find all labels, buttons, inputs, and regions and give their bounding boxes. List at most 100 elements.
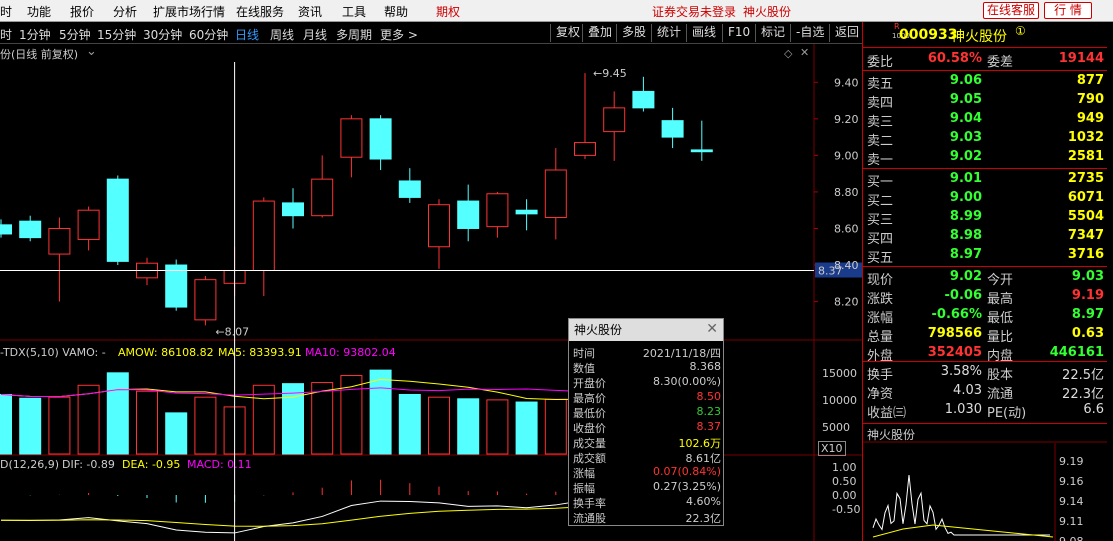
tooltip-row: 振幅 0.27(3.25%) [569, 480, 725, 495]
ask-level-row[interactable]: 卖四 9.05 790 [863, 91, 1108, 111]
quote-panel: R 1000 000933 神火股份 ① 委比 60.58% 委差 19144 … [862, 22, 1108, 541]
menu-item-quote[interactable]: 报价 [70, 3, 94, 20]
draw-line-button[interactable]: 画线 [686, 24, 716, 42]
ask-level-label: 卖一 [867, 153, 894, 168]
online-support-button[interactable]: 在线客服 [983, 2, 1039, 19]
period-more[interactable]: 更多 > [380, 26, 418, 43]
bid-level-label: 买一 [867, 175, 894, 190]
volume-bar [19, 397, 42, 455]
fundamental-label: 收益㈢ [867, 406, 907, 421]
period-multi[interactable]: 多周期 [336, 26, 372, 43]
weibi-row: 委比 60.58% 委差 19144 [863, 50, 1108, 70]
fundamental-value: 22.3亿 [1062, 387, 1104, 402]
divider [863, 423, 1108, 424]
chart-diamond-icon[interactable]: ◇ [784, 47, 792, 60]
menu-item-tools[interactable]: 工具 [342, 3, 366, 20]
ask-level-volume: 949 [1076, 111, 1104, 126]
menu-item-extended-market[interactable]: 扩展市场行情 [153, 3, 225, 20]
bid-level-row[interactable]: 买一 9.01 2735 [863, 170, 1108, 190]
macd-dif: DIF: -0.89 [62, 458, 115, 471]
tooltip-row-label: 成交量 [573, 437, 606, 450]
weicha-value: 19144 [1058, 51, 1104, 66]
tooltip-row-label: 收盘价 [573, 422, 606, 435]
menu-item-options[interactable]: 期权 [436, 3, 460, 20]
period-monthly[interactable]: 月线 [303, 26, 327, 43]
volume-bar [165, 412, 188, 455]
ask-level-label: 卖五 [867, 77, 894, 92]
menu-item-function[interactable]: 功能 [27, 3, 51, 20]
ask-level-row[interactable]: 卖五 9.06 877 [863, 72, 1108, 92]
period-time[interactable]: 时 [0, 26, 12, 43]
ask-level-row[interactable]: 卖二 9.03 1032 [863, 129, 1108, 149]
tooltip-row: 收盘价 8.37 [569, 420, 725, 435]
tooltip-row-label: 流通股 [573, 512, 606, 525]
period-5min[interactable]: 5分钟 [59, 26, 91, 43]
period-daily[interactable]: 日线 [235, 26, 259, 43]
candle-info-tooltip: 神火股份 ✕ 时间 2021/11/18/四 数值 8.368 开盘价 8.30(0.00… [568, 318, 724, 526]
price-tick-label: 9.00 [834, 149, 859, 162]
tooltip-row-value: 22.3亿 [685, 512, 722, 525]
back-button[interactable]: 返回 [829, 24, 859, 42]
period-60min[interactable]: 60分钟 [189, 26, 228, 43]
stat-label: 今开 [987, 273, 1014, 288]
tooltip-row-value: 8.37 [696, 420, 722, 433]
tooltip-row: 最高价 8.50 [569, 390, 725, 405]
volume-bar [194, 396, 217, 455]
f10-button[interactable]: F10 [722, 24, 750, 42]
stat-value: 9.02 [949, 269, 982, 284]
menu-item-analysis[interactable]: 分析 [113, 3, 137, 20]
volume-bar [515, 401, 538, 455]
tooltip-title: 神火股份 [569, 319, 723, 341]
market-button[interactable]: 行 情 [1044, 2, 1092, 19]
bid-level-price: 8.97 [949, 247, 982, 262]
tooltip-row: 时间 2021/11/18/四 [569, 345, 725, 360]
period-bar: 时 1分钟 5分钟 15分钟 30分钟 60分钟 日线 周线 月线 多周期 更多… [0, 22, 862, 44]
ask-level-volume: 790 [1076, 92, 1104, 107]
statistics-button[interactable]: 统计 [651, 24, 681, 42]
macd-dea: DEA: -0.95 [122, 458, 181, 471]
bid-level-volume: 5504 [1067, 209, 1104, 224]
mini-tick-label: 9.08 [1059, 535, 1084, 541]
bid-level-row[interactable]: 买二 9.00 6071 [863, 189, 1108, 209]
kline-chart-area[interactable]: 9.40 9.20 9.00 8.80 8.60 8.40 8.20 15000 10000 50… [0, 44, 862, 541]
multi-stock-button[interactable]: 多股 [616, 24, 646, 42]
adjust-button[interactable]: 复权 [550, 24, 580, 42]
menu-item-news[interactable]: 资讯 [298, 3, 322, 20]
tooltip-row-value: 102.6万 [678, 437, 722, 450]
period-30min[interactable]: 30分钟 [143, 26, 182, 43]
stat-value: 0.63 [1071, 326, 1104, 341]
stat-label: 量比 [987, 330, 1014, 345]
period-weekly[interactable]: 周线 [270, 26, 294, 43]
volume-bar [486, 399, 509, 455]
macd-value: MACD: 0.11 [187, 458, 252, 471]
mini-tick-label: 9.16 [1059, 475, 1084, 488]
mini-tick-label: 9.11 [1059, 515, 1084, 528]
chart-close-icon[interactable]: ✕ [800, 46, 809, 59]
tooltip-row: 开盘价 8.30(0.00%) [569, 375, 725, 390]
mark-button[interactable]: 标记 [755, 24, 785, 42]
volume-bar [398, 393, 421, 455]
overlay-button[interactable]: 叠加 [582, 24, 612, 42]
volume-bar [340, 375, 363, 455]
menu-item-shi[interactable]: 时 [0, 3, 12, 20]
period-1min[interactable]: 1分钟 [19, 26, 51, 43]
stat-row: 涨跌 -0.06 最高 9.19 [863, 287, 1108, 307]
menu-item-online-service[interactable]: 在线服务 [236, 3, 284, 20]
menu-item-help[interactable]: 帮助 [384, 3, 408, 20]
bid-level-row[interactable]: 买五 8.97 3716 [863, 246, 1108, 266]
intraday-mini-chart[interactable]: 神火股份 9.199.169.149.119.08 [863, 425, 1108, 541]
stat-value: 9.19 [1071, 288, 1104, 303]
bid-level-row[interactable]: 买四 8.98 7347 [863, 227, 1108, 247]
bid-level-row[interactable]: 买三 8.99 5504 [863, 208, 1108, 228]
period-15min[interactable]: 15分钟 [97, 26, 136, 43]
menu-bar: 时 功能 报价 分析 扩展市场行情 在线服务 资讯 工具 帮助 期权 证券交易未… [0, 0, 1113, 22]
remove-watchlist-button[interactable]: -自选 [790, 24, 824, 42]
volume-bar [311, 382, 334, 455]
ask-level-price: 9.02 [949, 149, 982, 164]
ask-level-row[interactable]: 卖一 9.02 2581 [863, 148, 1108, 168]
chart-settings-icon[interactable]: ⌄ [86, 44, 97, 59]
ask-level-row[interactable]: 卖三 9.04 949 [863, 110, 1108, 130]
tooltip-row-label: 最高价 [573, 392, 606, 405]
close-icon[interactable]: ✕ [706, 321, 718, 337]
bid-level-price: 9.01 [949, 171, 982, 186]
